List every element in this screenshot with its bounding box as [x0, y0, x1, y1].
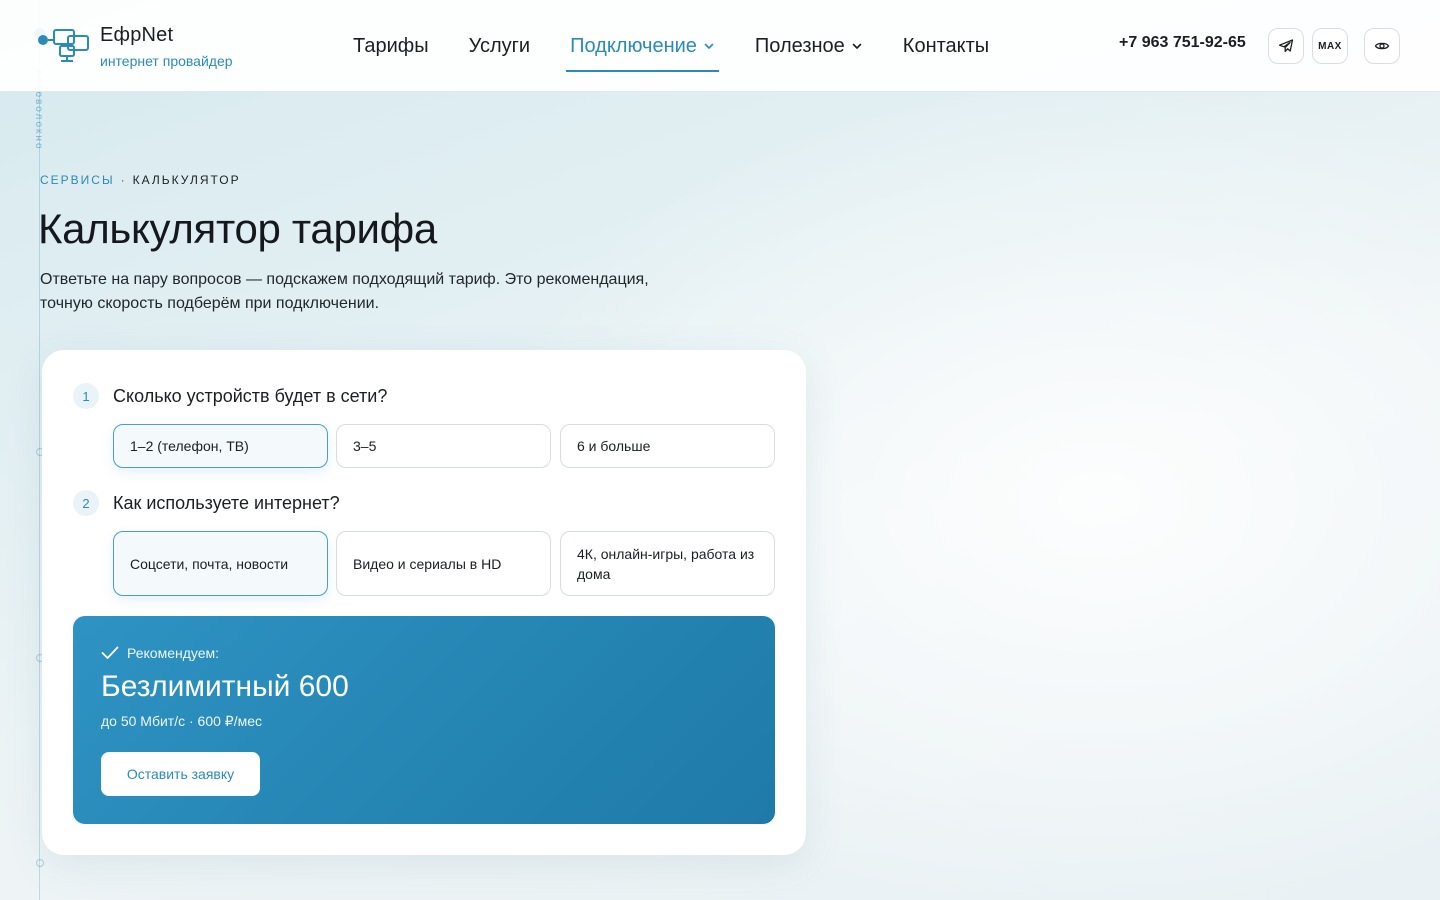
recommendation-label-text: Рекомендуем: [127, 645, 220, 661]
question-2: 2 Как используете интернет? [73, 490, 340, 516]
option-label: Видео и сериалы в HD [353, 555, 502, 572]
nav-item-services[interactable]: Услуги [469, 26, 531, 66]
breadcrumb-link-services[interactable]: СЕРВИСЫ [40, 173, 115, 187]
option-label: Соцсети, почта, новости [130, 555, 289, 572]
page-title: Калькулятор тарифа [38, 205, 437, 252]
network-logo-icon [38, 29, 89, 62]
timeline-dot [36, 859, 44, 867]
nav-item-useful[interactable]: Полезное [755, 26, 863, 66]
nav-item-label: Услуги [468, 34, 531, 57]
recommendation-label: Рекомендуем: [101, 645, 219, 661]
option-label: 6 и больше [577, 438, 651, 454]
checkmark-icon [101, 646, 119, 659]
tariff-calculator-card: 1 Сколько устройств будет в сети? 1–2 (т… [42, 350, 806, 855]
option-devices-1-2[interactable]: 1–2 (телефон, ТВ) [113, 424, 328, 468]
option-label: 1–2 (телефон, ТВ) [130, 438, 249, 454]
option-usage-hd-video[interactable]: Видео и сериалы в HD [336, 531, 551, 596]
question-text: Сколько устройств будет в сети? [113, 385, 388, 406]
option-label: 4К, онлайн-игры, работа из дома [577, 545, 755, 582]
question-number: 1 [73, 383, 99, 409]
recommendation-panel: Рекомендуем: Безлимитный 600 до 50 Мбит/… [73, 616, 775, 824]
question-number: 2 [73, 490, 99, 516]
question-1: 1 Сколько устройств будет в сети? [73, 383, 387, 409]
max-label: MAX [1318, 40, 1342, 52]
eye-icon [1374, 42, 1390, 50]
phone-link[interactable]: +7 963 751-92-65 [1119, 34, 1246, 52]
main-nav: Тарифы Услуги Подключение Полезное Конта… [353, 0, 1029, 92]
option-label: 3–5 [353, 438, 377, 454]
chevron-down-icon [852, 43, 862, 49]
breadcrumb-separator: · [120, 173, 127, 187]
nav-item-contacts[interactable]: Контакты [903, 26, 989, 66]
nav-item-label: Полезное [754, 34, 845, 57]
nav-item-label: Тарифы [353, 34, 429, 57]
accessibility-button[interactable] [1364, 28, 1400, 64]
breadcrumb: СЕРВИСЫ · КАЛЬКУЛЯТОР [40, 173, 241, 187]
option-usage-social[interactable]: Соцсети, почта, новости [113, 531, 328, 596]
recommended-plan-name: Безлимитный 600 [101, 670, 349, 703]
nav-item-connection[interactable]: Подключение [566, 26, 719, 72]
chevron-down-icon [704, 43, 714, 49]
option-devices-3-5[interactable]: 3–5 [336, 424, 551, 468]
option-usage-4k-gaming[interactable]: 4К, онлайн-игры, работа из дома [560, 531, 775, 596]
brand-tagline: интернет провайдер [100, 53, 233, 69]
option-devices-6-plus[interactable]: 6 и больше [560, 424, 775, 468]
breadcrumb-current: КАЛЬКУЛЯТОР [132, 173, 241, 187]
nav-item-tariffs[interactable]: Тарифы [353, 26, 429, 66]
recommended-plan-details: до 50 Мбит/с · 600 ₽/мес [101, 713, 263, 729]
nav-item-label: Контакты [902, 34, 990, 57]
max-messenger-button[interactable]: MAX [1312, 28, 1348, 64]
logo[interactable]: ЕфрNet интернет провайдер [38, 22, 268, 72]
nav-item-label: Подключение [570, 34, 697, 57]
question-text: Как используете интернет? [113, 492, 340, 513]
telegram-button[interactable] [1268, 28, 1304, 64]
page-lead: Ответьте на пару вопросов — подскажем по… [40, 271, 649, 312]
telegram-icon [1278, 39, 1294, 53]
site-header: ЕфрNet интернет провайдер Тарифы Услуги … [0, 0, 1440, 92]
submit-request-button[interactable]: Оставить заявку [101, 752, 260, 796]
brand-name: ЕфрNet [100, 24, 174, 46]
